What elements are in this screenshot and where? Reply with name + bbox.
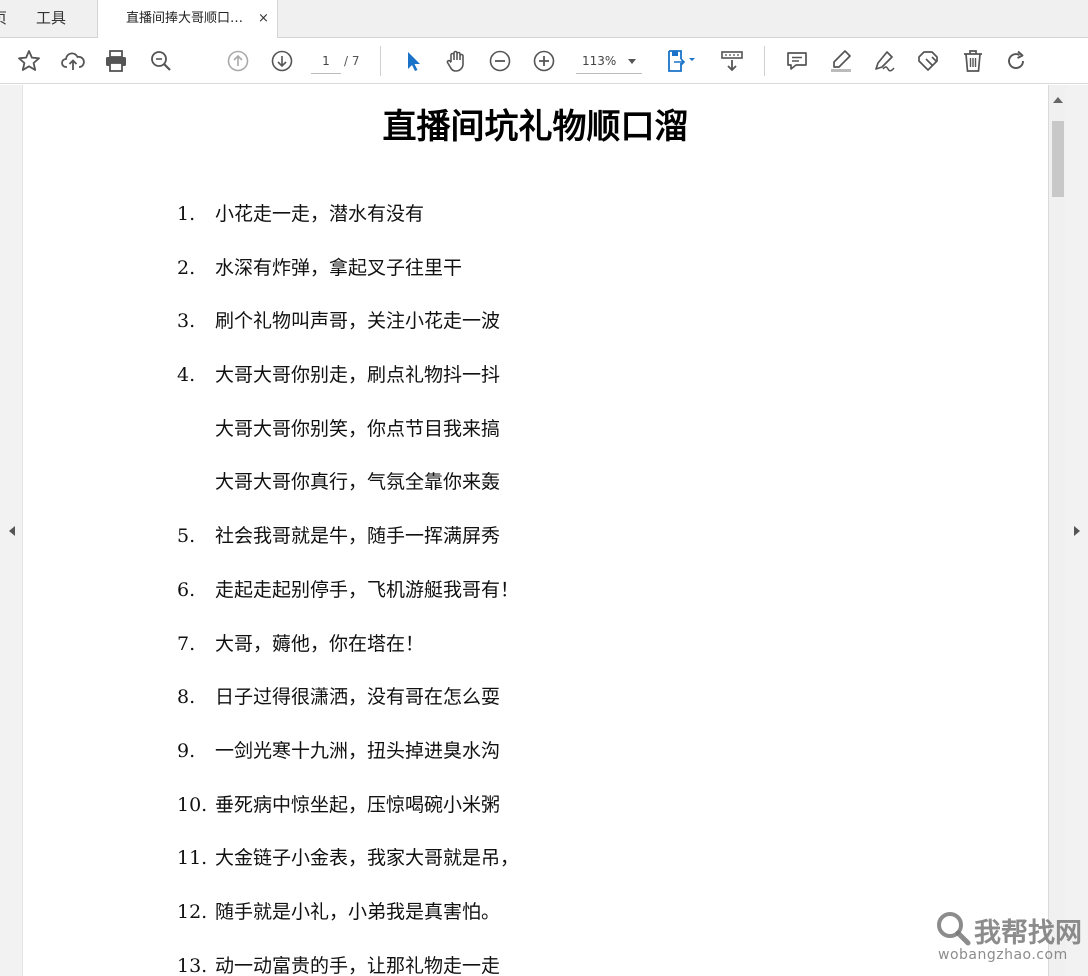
tab-bar: 页 工具 直播间捧大哥顺口… × xyxy=(0,0,1088,39)
list-item: 13. 动一动富贵的手，让那礼物走一走 xyxy=(177,951,500,976)
list-item: 1. 小花走一走，潜水有没有 xyxy=(177,199,424,229)
list-number: 12. xyxy=(177,901,208,923)
document-title: 直播间坑礼物顺口溜 xyxy=(382,107,689,147)
list-text: 走起走起别停手，飞机游艇我哥有！ xyxy=(215,579,520,601)
list-item: 9. 一剑光寒十九洲，扭头掉进臭水沟 xyxy=(177,736,500,766)
list-number: 8. xyxy=(177,686,196,708)
tab-tools[interactable]: 工具 xyxy=(36,0,66,37)
select-cursor-icon[interactable] xyxy=(397,46,427,76)
tab-document-label: 直播间捧大哥顺口… xyxy=(126,11,244,26)
left-panel-toggle[interactable] xyxy=(0,85,22,976)
list-number: 13. xyxy=(177,955,208,976)
list-text: 大哥，薅他，你在塔在！ xyxy=(215,633,425,655)
list-number: 2. xyxy=(177,257,196,279)
list-text: 社会我哥就是牛，随手一挥满屏秀 xyxy=(215,525,501,547)
right-panel-toggle[interactable] xyxy=(1066,85,1088,976)
chevron-left-icon xyxy=(9,526,15,536)
scroll-mode-icon[interactable] xyxy=(717,46,747,76)
list-text: 动一动富贵的手，让那礼物走一走 xyxy=(215,955,501,976)
page-fit-icon[interactable] xyxy=(662,46,700,76)
scrollbar-thumb[interactable] xyxy=(1052,121,1064,197)
list-item: 12. 随手就是小礼，小弟我是真害怕。 xyxy=(177,897,500,927)
tab-home[interactable]: 页 xyxy=(0,0,14,37)
list-text: 大哥大哥你真行，气氛全靠你来轰 xyxy=(215,471,501,493)
list-number: 7. xyxy=(177,633,196,655)
list-text: 垂死病中惊坐起，压惊喝碗小米粥 xyxy=(215,794,501,816)
list-text: 小花走一走，潜水有没有 xyxy=(215,203,425,225)
list-number: 10. xyxy=(177,794,208,816)
page-number-input[interactable] xyxy=(311,48,341,74)
close-tab-icon[interactable]: × xyxy=(258,0,269,38)
zoom-out-icon[interactable] xyxy=(485,46,515,76)
list-number: 6. xyxy=(177,579,196,601)
list-text: 大哥大哥你别走，刷点礼物抖一抖 xyxy=(215,364,501,386)
list-number: 1. xyxy=(177,203,196,225)
scroll-up-icon[interactable] xyxy=(1053,97,1063,103)
list-text: 水深有炸弹，拿起叉子往里干 xyxy=(215,257,463,279)
list-item-continuation: 大哥大哥你别笑，你点节目我来搞 xyxy=(215,414,500,444)
zoom-value: 113% xyxy=(582,54,617,68)
stamp-icon[interactable] xyxy=(913,46,943,76)
vertical-scrollbar[interactable] xyxy=(1048,85,1066,976)
list-item: 2. 水深有炸弹，拿起叉子往里干 xyxy=(177,253,462,283)
list-item: 7. 大哥，薅他，你在塔在！ xyxy=(177,629,424,659)
highlight-icon[interactable] xyxy=(826,46,856,76)
list-item: 8. 日子过得很潇洒，没有哥在怎么耍 xyxy=(177,682,500,712)
list-text: 大哥大哥你别笑，你点节目我来搞 xyxy=(215,418,501,440)
list-item: 6. 走起走起别停手，飞机游艇我哥有！ xyxy=(177,575,519,605)
cloud-upload-icon[interactable] xyxy=(58,46,88,76)
arrow-up-icon[interactable] xyxy=(223,46,253,76)
chevron-down-icon xyxy=(628,59,636,64)
list-number: 3. xyxy=(177,310,196,332)
list-item: 11. 大金链子小金表，我家大哥就是吊， xyxy=(177,843,519,873)
arrow-down-icon[interactable] xyxy=(267,46,297,76)
zoom-select[interactable]: 113% xyxy=(576,48,642,74)
pdf-page: 直播间坑礼物顺口溜 1. 小花走一走，潜水有没有 2. 水深有炸弹，拿起叉子往里干 … xyxy=(23,85,1048,976)
list-text: 大金链子小金表，我家大哥就是吊， xyxy=(215,847,520,869)
delete-icon[interactable] xyxy=(958,46,988,76)
list-item: 10. 垂死病中惊坐起，压惊喝碗小米粥 xyxy=(177,790,500,820)
list-number: 11. xyxy=(177,847,208,869)
comment-icon[interactable] xyxy=(782,46,812,76)
tab-document[interactable]: 直播间捧大哥顺口… × xyxy=(98,0,278,39)
document-viewer: 直播间坑礼物顺口溜 1. 小花走一走，潜水有没有 2. 水深有炸弹，拿起叉子往里干 … xyxy=(0,85,1088,976)
list-item: 3. 刷个礼物叫声哥，关注小花走一波 xyxy=(177,306,500,336)
list-number: 9. xyxy=(177,740,196,762)
print-icon[interactable] xyxy=(101,46,131,76)
toolbar-divider xyxy=(764,46,765,76)
list-item: 4. 大哥大哥你别走，刷点礼物抖一抖 xyxy=(177,360,500,390)
zoom-in-icon[interactable] xyxy=(529,46,559,76)
list-item: 5. 社会我哥就是牛，随手一挥满屏秀 xyxy=(177,521,500,551)
list-text: 刷个礼物叫声哥，关注小花走一波 xyxy=(215,310,501,332)
list-number: 4. xyxy=(177,364,196,386)
list-text: 日子过得很潇洒，没有哥在怎么耍 xyxy=(215,686,501,708)
toolbar-divider xyxy=(380,46,381,76)
list-item-continuation: 大哥大哥你真行，气氛全靠你来轰 xyxy=(215,467,500,497)
list-text: 随手就是小礼，小弟我是真害怕。 xyxy=(215,901,501,923)
list-text: 一剑光寒十九洲，扭头掉进臭水沟 xyxy=(215,740,501,762)
star-icon[interactable] xyxy=(14,46,44,76)
page-total: / 7 xyxy=(344,54,360,68)
sign-icon[interactable] xyxy=(869,46,899,76)
list-number: 5. xyxy=(177,525,196,547)
hand-tool-icon[interactable] xyxy=(441,46,471,76)
toolbar: / 7 113% xyxy=(0,38,1088,84)
rotate-icon[interactable] xyxy=(1001,46,1031,76)
chevron-right-icon xyxy=(1074,526,1080,536)
zoom-search-icon[interactable] xyxy=(146,46,176,76)
